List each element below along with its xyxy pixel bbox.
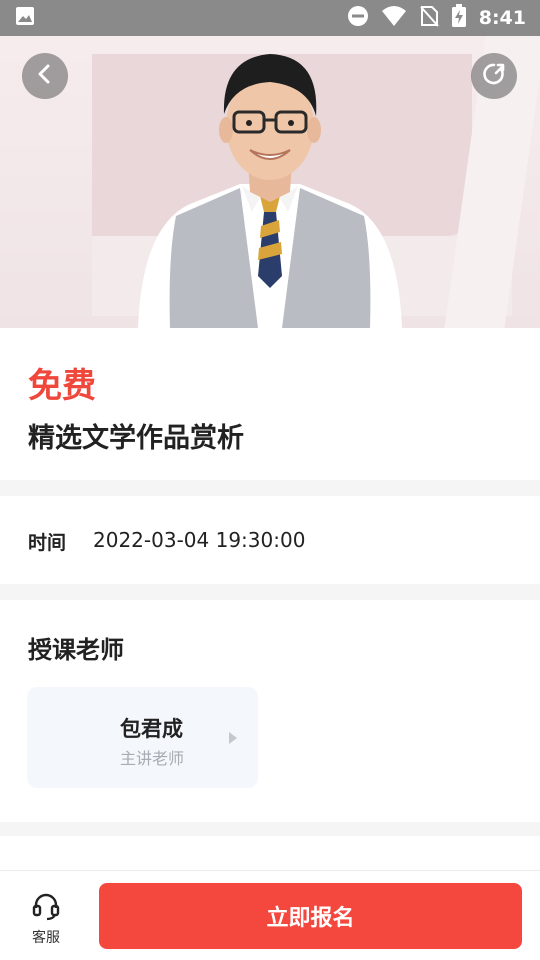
caret-right-icon — [228, 730, 238, 749]
teacher-card[interactable]: 包君成 主讲老师 — [27, 687, 258, 788]
share-icon — [481, 61, 507, 91]
schedule-card: 时间 2022-03-04 19:30:00 — [0, 496, 540, 584]
dnd-icon — [347, 5, 369, 31]
status-bar: 8:41 — [0, 0, 540, 36]
customer-service-label: 客服 — [32, 930, 60, 946]
share-button[interactable] — [471, 53, 517, 99]
course-info-card: 免费 精选文学作品赏析 — [0, 328, 540, 480]
chevron-left-icon — [34, 63, 56, 89]
status-time: 8:41 — [478, 7, 526, 29]
time-label: 时间 — [28, 532, 67, 554]
wifi-icon — [381, 5, 407, 31]
course-title: 精选文学作品赏析 — [28, 423, 244, 454]
no-sim-icon — [419, 5, 439, 31]
teacher-portrait — [138, 54, 402, 328]
teacher-role: 主讲老师 — [120, 749, 185, 768]
section-title-teachers: 授课老师 — [28, 636, 124, 664]
time-value: 2022-03-04 19:30:00 — [93, 528, 306, 552]
image-icon — [14, 5, 36, 31]
teachers-section: 授课老师 包君成 主讲老师 — [0, 600, 540, 822]
bottom-action-bar: 客服 立即报名 — [0, 870, 540, 960]
teacher-name: 包君成 — [120, 717, 183, 741]
course-hero — [0, 36, 540, 328]
headset-icon — [31, 893, 61, 925]
battery-charging-icon — [451, 4, 467, 32]
signup-button[interactable]: 立即报名 — [99, 883, 522, 949]
course-price: 免费 — [28, 366, 96, 406]
customer-service-button[interactable]: 客服 — [18, 891, 74, 947]
back-button[interactable] — [22, 53, 68, 99]
